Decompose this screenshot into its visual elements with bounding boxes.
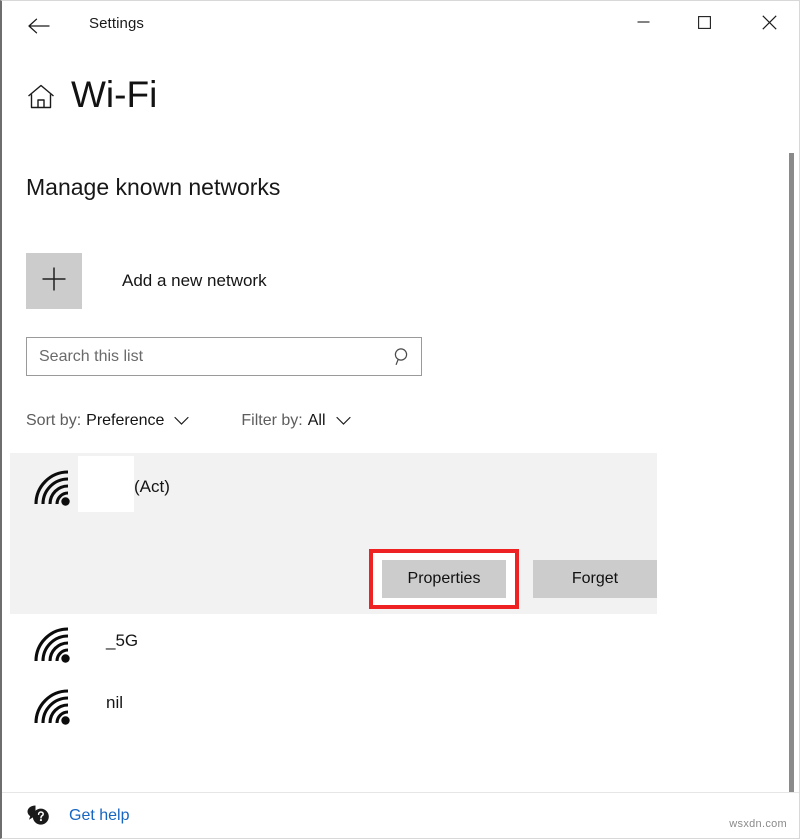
page-header: Wi-Fi <box>2 69 799 129</box>
content-area: Manage known networks Add a new network <box>2 146 792 794</box>
maximize-button[interactable] <box>681 4 727 40</box>
properties-button[interactable]: Properties <box>382 560 506 598</box>
network-actions: Properties Forget <box>369 549 657 609</box>
close-icon <box>761 14 777 30</box>
search-icon[interactable] <box>383 338 421 375</box>
network-name: (Act) <box>134 477 170 496</box>
network-list-item-selected[interactable]: (Act) Properties Forget <box>10 453 657 614</box>
chevron-down-icon <box>335 416 351 426</box>
vertical-scrollbar[interactable] <box>785 141 797 826</box>
chevron-down-icon <box>174 416 190 426</box>
site-watermark: wsxdn.com <box>729 818 787 830</box>
maximize-icon <box>697 15 711 29</box>
wifi-signal-icon <box>32 468 74 508</box>
filter-by-label: Filter by: <box>241 412 303 429</box>
network-name: nil <box>106 693 124 712</box>
minimize-button[interactable] <box>620 4 666 40</box>
sort-by-dropdown[interactable]: Sort by: Preference <box>26 409 190 433</box>
home-button[interactable] <box>26 83 56 113</box>
add-new-network-button[interactable]: Add a new network <box>26 253 267 309</box>
title-bar: Settings <box>2 1 799 51</box>
page-title: Wi-Fi <box>71 74 158 115</box>
sort-by-label: Sort by: <box>26 412 82 429</box>
get-help-label: Get help <box>69 806 130 824</box>
add-network-tile[interactable] <box>26 253 82 309</box>
network-list-item[interactable]: _5G <box>10 614 657 676</box>
footer: Get help wsxdn.com <box>2 792 799 838</box>
home-icon <box>26 83 56 111</box>
add-network-label: Add a new network <box>122 271 267 290</box>
wifi-signal-icon <box>32 687 74 727</box>
close-button[interactable] <box>746 4 792 40</box>
sort-by-value: Preference <box>86 412 165 429</box>
redacted-network-name <box>78 456 134 512</box>
settings-window: Settings Wi-Fi Manage known networks Add… <box>0 0 800 839</box>
get-help-link[interactable]: Get help <box>26 804 129 827</box>
known-networks-list: (Act) Properties Forget _5G nil <box>10 453 657 738</box>
help-question-bubble-icon <box>26 804 51 827</box>
search-box[interactable] <box>26 337 422 376</box>
forget-button-wrap: Forget <box>533 560 657 598</box>
plus-icon <box>41 266 67 297</box>
filter-by-dropdown[interactable]: Filter by: All <box>241 409 351 433</box>
filter-by-value: All <box>307 412 326 429</box>
back-arrow-icon <box>28 18 50 34</box>
back-button[interactable] <box>20 9 58 43</box>
forget-button[interactable]: Forget <box>533 560 657 598</box>
window-title: Settings <box>89 15 144 32</box>
network-name: _5G <box>106 631 139 650</box>
wifi-signal-icon <box>32 625 74 665</box>
section-heading: Manage known networks <box>26 174 281 200</box>
sort-filter-row: Sort by: Preference Filter by: All <box>26 409 351 433</box>
minimize-icon <box>637 16 650 28</box>
properties-highlight-annotation: Properties <box>369 549 519 609</box>
scrollbar-thumb[interactable] <box>789 153 794 818</box>
network-list-item[interactable]: nil <box>10 676 657 738</box>
search-input[interactable] <box>27 338 383 375</box>
